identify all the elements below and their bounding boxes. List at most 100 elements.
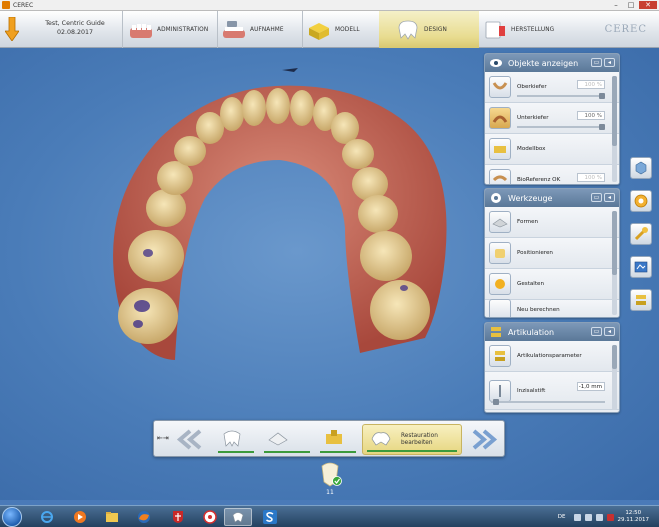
tray-volume-icon[interactable] [595,513,603,521]
slider-knob[interactable] [493,399,499,405]
close-button[interactable]: ✕ [639,1,657,9]
tooth [128,230,184,282]
window-title: CEREC [13,1,34,9]
manufacturing-icon [485,21,505,38]
design-icon [398,20,418,40]
insertion-axis-icon [326,430,342,444]
object-row-bioreferenz[interactable]: BioReferenz OK 100 % [485,165,619,184]
row-label: Positionieren [517,250,553,256]
step-administration[interactable]: ADMINISTRATION [126,11,216,48]
step-margin[interactable] [260,424,314,455]
articulation-scrollbar[interactable] [612,345,617,410]
step-herstellung[interactable]: HERSTELLUNG [482,11,566,48]
tooth [358,195,398,233]
clock-date: 29.11.2017 [617,517,650,523]
marking [134,300,150,312]
screen-icon [634,261,648,273]
shape-tool-icon [489,211,511,233]
taskbar-app-circle[interactable] [196,508,224,526]
next-step-button[interactable] [470,427,500,452]
panel-controls: ▭ ◂ [591,327,615,336]
tools-panel: Werkzeuge ▭ ◂ Formen Positionieren Gesta… [484,188,620,318]
taskbar-ie[interactable] [33,508,61,526]
pin-button[interactable]: ▭ [591,193,602,202]
object-row-unterkiefer[interactable]: Unterkiefer 100 % [485,103,619,134]
taskbar-s-app[interactable] [256,508,284,526]
language-indicator[interactable]: DE [558,514,566,520]
collapse-button[interactable]: ◂ [604,193,615,202]
tooth-select-button[interactable] [630,190,652,212]
incisal-pin-value[interactable]: -1,0 mm [577,382,605,391]
opacity-value[interactable]: 100 % [577,173,605,182]
incisal-pin-slider[interactable] [491,399,605,405]
active-step-label: Restauration bearbeiten [401,433,438,446]
step-restauration-bearbeiten[interactable]: Restauration bearbeiten [362,424,462,455]
screenshot-button[interactable] [630,256,652,278]
wrench-icon [634,227,648,241]
step-copy[interactable] [214,424,258,455]
tool-neu-berechnen[interactable]: Neu berechnen [485,298,619,317]
tool-positionieren[interactable]: Positionieren [485,238,619,269]
object-row-modellbox[interactable]: Modellbox [485,134,619,165]
taskbar-media[interactable] [66,508,94,526]
minimize-button[interactable]: – [609,1,623,9]
taskbar-shield-app[interactable] [164,508,192,526]
row-label: BioReferenz OK [517,177,561,183]
pin-button[interactable]: ▭ [591,327,602,336]
slider-knob[interactable] [599,93,605,99]
objects-scrollbar[interactable] [612,76,617,182]
recalculate-icon [489,298,511,317]
tray-arrow-icon[interactable] [573,513,581,521]
position-tool-icon [489,242,511,264]
model-box-icon [489,138,511,160]
articulator-button[interactable] [630,289,652,311]
incisal-pin-row[interactable]: Inzisalstift -1,0 mm [485,372,619,410]
opacity-slider[interactable] [517,93,605,99]
articulation-parameters[interactable]: Artikulationsparameter [485,341,619,372]
tooth [174,136,206,166]
scroll-thumb[interactable] [612,76,617,146]
step-label: AUFNAHME [250,26,284,33]
back-arrow-icon[interactable] [5,17,19,41]
tool-formen[interactable]: Formen [485,207,619,238]
scroll-thumb[interactable] [612,211,617,275]
restoration-number: 11 [326,489,334,496]
opacity-value[interactable]: 100 % [577,80,605,89]
panel-title: Werkzeuge [508,193,553,203]
tool-gestalten[interactable]: Gestalten [485,269,619,300]
step-design[interactable]: DESIGN [379,11,479,48]
taskbar-cerec[interactable] [224,508,252,526]
taskbar-firefox[interactable] [130,508,158,526]
opacity-value[interactable]: 100 % [577,111,605,120]
restoration-tooth-icon[interactable] [318,460,342,488]
step-modell[interactable]: MODELL [306,11,378,48]
step-aufnahme[interactable]: AUFNAHME [221,11,301,48]
tools-scrollbar[interactable] [612,211,617,315]
taskbar-explorer[interactable] [98,508,126,526]
expand-toggle[interactable]: ⇤⇥ [157,434,169,442]
maximize-button[interactable]: □ [624,1,638,9]
tray-network-icon[interactable] [584,513,592,521]
slider-knob[interactable] [599,124,605,130]
pin-button[interactable]: ▭ [591,58,602,67]
clock[interactable]: 12:50 29.11.2017 [618,510,650,524]
step-divider [302,11,303,48]
edit-tool-button[interactable] [630,223,652,245]
collapse-button[interactable]: ◂ [604,58,615,67]
workflow-bar: Test, Centric Guide 02.08.2017 ADMINISTR… [0,11,659,48]
cerec-taskbar-icon [232,512,244,523]
view-cube-button[interactable] [630,157,652,179]
collapse-button[interactable]: ◂ [604,327,615,336]
object-row-oberkiefer[interactable]: Oberkiefer 100 % [485,72,619,103]
start-button[interactable] [2,507,22,527]
design-step-bar: ⇤⇥ Restauration bearbeiten [153,420,505,457]
internet-explorer-icon [41,511,53,523]
step-label: ADMINISTRATION [157,26,209,33]
previous-step-button[interactable] [174,427,204,452]
step-insertion-axis[interactable] [316,424,360,455]
scroll-thumb[interactable] [612,345,617,369]
opacity-slider[interactable] [517,124,605,130]
tray-security-icon[interactable] [606,513,614,521]
windows-taskbar: DE 12:50 29.11.2017 [0,505,659,527]
tooth [370,280,430,340]
